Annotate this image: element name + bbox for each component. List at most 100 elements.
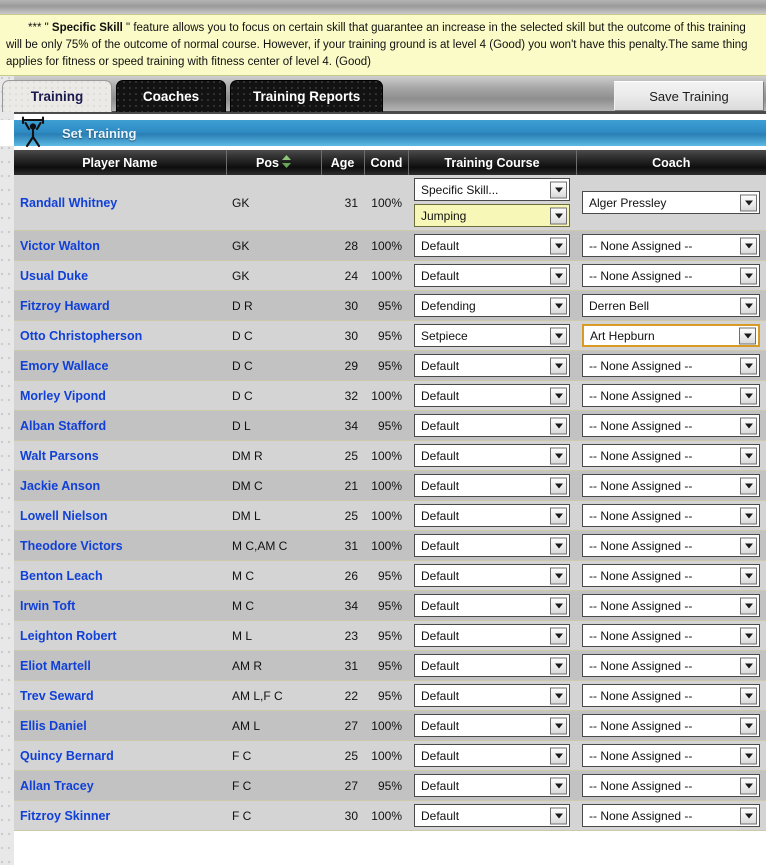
chevron-down-icon[interactable] <box>740 627 757 644</box>
col-header-pos[interactable]: Pos <box>226 150 322 175</box>
player-name-link[interactable]: Quincy Bernard <box>20 749 114 763</box>
coach-select[interactable]: -- None Assigned -- <box>582 504 760 527</box>
player-name-link[interactable]: Fitzroy Skinner <box>20 809 110 823</box>
chevron-down-icon[interactable] <box>740 777 757 794</box>
specific-skill-select[interactable]: Jumping <box>414 204 570 227</box>
player-name-link[interactable]: Emory Wallace <box>20 359 108 373</box>
coach-select[interactable]: -- None Assigned -- <box>582 384 760 407</box>
training-course-select[interactable]: Defending <box>414 294 570 317</box>
player-name-link[interactable]: Irwin Toft <box>20 599 75 613</box>
training-course-select[interactable]: Setpiece <box>414 324 570 347</box>
player-name-link[interactable]: Benton Leach <box>20 569 103 583</box>
training-course-select[interactable]: Default <box>414 804 570 827</box>
chevron-down-icon[interactable] <box>740 717 757 734</box>
chevron-down-icon[interactable] <box>550 477 567 494</box>
tab-training-reports[interactable]: Training Reports <box>230 80 384 112</box>
chevron-down-icon[interactable] <box>550 657 567 674</box>
tab-training[interactable]: Training <box>2 80 112 112</box>
chevron-down-icon[interactable] <box>550 297 567 314</box>
coach-select[interactable]: -- None Assigned -- <box>582 624 760 647</box>
chevron-down-icon[interactable] <box>550 327 567 344</box>
player-name-link[interactable]: Walt Parsons <box>20 449 99 463</box>
coach-select[interactable]: -- None Assigned -- <box>582 684 760 707</box>
training-course-select[interactable]: Default <box>414 474 570 497</box>
chevron-down-icon[interactable] <box>740 657 757 674</box>
chevron-down-icon[interactable] <box>740 297 757 314</box>
chevron-down-icon[interactable] <box>740 507 757 524</box>
chevron-down-icon[interactable] <box>550 597 567 614</box>
chevron-down-icon[interactable] <box>740 477 757 494</box>
col-header-player-name[interactable]: Player Name <box>14 150 227 175</box>
player-name-link[interactable]: Victor Walton <box>20 239 100 253</box>
player-name-link[interactable]: Eliot Martell <box>20 659 91 673</box>
player-name-link[interactable]: Usual Duke <box>20 269 88 283</box>
coach-select[interactable]: -- None Assigned -- <box>582 414 760 437</box>
player-name-link[interactable]: Allan Tracey <box>20 779 94 793</box>
coach-select[interactable]: -- None Assigned -- <box>582 594 760 617</box>
chevron-down-icon[interactable] <box>550 687 567 704</box>
chevron-down-icon[interactable] <box>740 807 757 824</box>
chevron-down-icon[interactable] <box>550 181 567 198</box>
training-course-select[interactable]: Default <box>414 564 570 587</box>
col-header-age[interactable]: Age <box>321 150 365 175</box>
training-course-select[interactable]: Default <box>414 594 570 617</box>
chevron-down-icon[interactable] <box>550 567 567 584</box>
training-course-select[interactable]: Default <box>414 534 570 557</box>
chevron-down-icon[interactable] <box>740 567 757 584</box>
coach-select[interactable]: -- None Assigned -- <box>582 444 760 467</box>
save-training-button[interactable]: Save Training <box>614 81 764 111</box>
chevron-down-icon[interactable] <box>550 777 567 794</box>
training-course-select[interactable]: Default <box>414 504 570 527</box>
chevron-down-icon[interactable] <box>550 747 567 764</box>
chevron-down-icon[interactable] <box>550 267 567 284</box>
col-header-cond[interactable]: Cond <box>364 150 409 175</box>
coach-select[interactable]: -- None Assigned -- <box>582 564 760 587</box>
chevron-down-icon[interactable] <box>740 687 757 704</box>
training-course-select[interactable]: Default <box>414 354 570 377</box>
training-course-select[interactable]: Default <box>414 384 570 407</box>
chevron-down-icon[interactable] <box>740 357 757 374</box>
tab-coaches[interactable]: Coaches <box>116 80 226 112</box>
col-header-training-course[interactable]: Training Course <box>408 150 577 175</box>
player-name-link[interactable]: Alban Stafford <box>20 419 106 433</box>
chevron-down-icon[interactable] <box>550 357 567 374</box>
chevron-down-icon[interactable] <box>550 807 567 824</box>
chevron-down-icon[interactable] <box>550 387 567 404</box>
training-course-select[interactable]: Default <box>414 684 570 707</box>
player-name-link[interactable]: Leighton Robert <box>20 629 117 643</box>
training-course-select[interactable]: Default <box>414 414 570 437</box>
chevron-down-icon[interactable] <box>550 507 567 524</box>
chevron-down-icon[interactable] <box>739 327 756 344</box>
coach-select[interactable]: Derren Bell <box>582 294 760 317</box>
training-course-select[interactable]: Default <box>414 714 570 737</box>
player-name-link[interactable]: Ellis Daniel <box>20 719 87 733</box>
player-name-link[interactable]: Morley Vipond <box>20 389 106 403</box>
chevron-down-icon[interactable] <box>550 627 567 644</box>
coach-select[interactable]: -- None Assigned -- <box>582 804 760 827</box>
coach-select[interactable]: Art Hepburn <box>582 324 760 347</box>
coach-select[interactable]: -- None Assigned -- <box>582 474 760 497</box>
player-name-link[interactable]: Lowell Nielson <box>20 509 108 523</box>
coach-select[interactable]: -- None Assigned -- <box>582 744 760 767</box>
chevron-down-icon[interactable] <box>550 447 567 464</box>
coach-select[interactable]: -- None Assigned -- <box>582 654 760 677</box>
player-name-link[interactable]: Theodore Victors <box>20 539 123 553</box>
chevron-down-icon[interactable] <box>740 417 757 434</box>
player-name-link[interactable]: Otto Christopherson <box>20 329 142 343</box>
player-name-link[interactable]: Fitzroy Haward <box>20 299 110 313</box>
coach-select[interactable]: -- None Assigned -- <box>582 774 760 797</box>
coach-select[interactable]: Alger Pressley <box>582 191 760 214</box>
chevron-down-icon[interactable] <box>740 387 757 404</box>
chevron-down-icon[interactable] <box>740 537 757 554</box>
training-course-select[interactable]: Default <box>414 774 570 797</box>
chevron-down-icon[interactable] <box>740 267 757 284</box>
training-course-select[interactable]: Default <box>414 654 570 677</box>
chevron-down-icon[interactable] <box>550 537 567 554</box>
player-name-link[interactable]: Trev Seward <box>20 689 94 703</box>
chevron-down-icon[interactable] <box>550 417 567 434</box>
chevron-down-icon[interactable] <box>740 747 757 764</box>
chevron-down-icon[interactable] <box>740 447 757 464</box>
coach-select[interactable]: -- None Assigned -- <box>582 234 760 257</box>
coach-select[interactable]: -- None Assigned -- <box>582 264 760 287</box>
chevron-down-icon[interactable] <box>740 194 757 211</box>
